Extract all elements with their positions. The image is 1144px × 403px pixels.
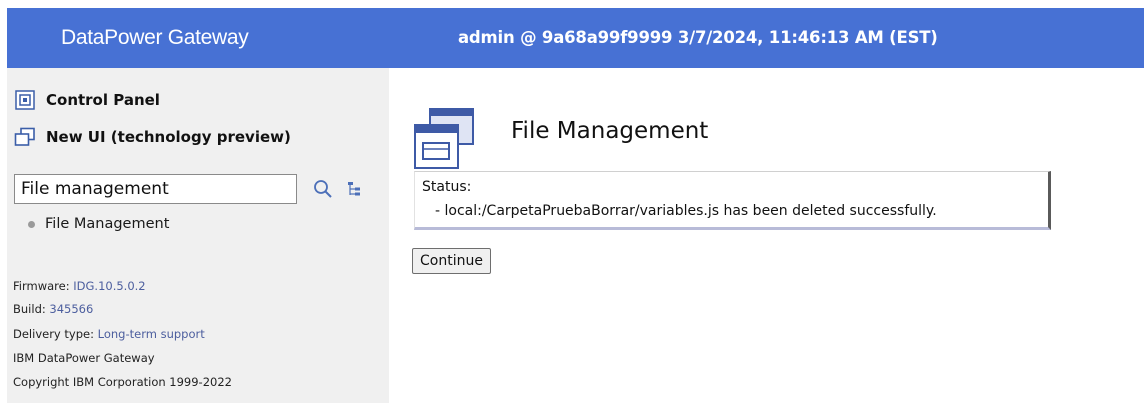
- build-label: Build:: [13, 302, 46, 316]
- continue-button[interactable]: Continue: [412, 248, 491, 274]
- status-label: Status:: [422, 179, 472, 195]
- session-info: admin @ 9a68a99f9999 3/7/2024, 11:46:13 …: [458, 28, 938, 47]
- status-message: - local:/CarpetaPruebaBorrar/variables.j…: [435, 203, 937, 219]
- delivery-label: Delivery type:: [13, 327, 94, 341]
- bullet-icon: [28, 220, 35, 228]
- firmware-info: Firmware: IDG.10.5.0.2: [13, 278, 146, 294]
- control-panel-icon: [14, 89, 36, 111]
- tree-icon[interactable]: [345, 180, 363, 198]
- delivery-value: Long-term support: [97, 327, 205, 341]
- search-result-label: File Management: [45, 216, 170, 232]
- copyright-text: Copyright IBM Corporation 1999-2022: [13, 375, 232, 389]
- search-icon[interactable]: [311, 177, 335, 201]
- delivery-info: Delivery type: Long-term support: [13, 326, 205, 342]
- search-input[interactable]: [14, 174, 297, 204]
- firmware-value: IDG.10.5.0.2: [73, 279, 146, 293]
- search-result-file-management[interactable]: File Management: [28, 216, 169, 232]
- file-management-icon: [413, 108, 475, 170]
- firmware-label: Firmware:: [13, 279, 70, 293]
- external-window-icon: [14, 126, 36, 148]
- build-info: Build: 345566: [13, 301, 93, 317]
- new-ui-link[interactable]: New UI (technology preview): [14, 125, 291, 149]
- status-panel: Status: - local:/CarpetaPruebaBorrar/var…: [414, 171, 1051, 230]
- top-banner: DataPower Gateway admin @ 9a68a99f9999 3…: [7, 8, 1144, 68]
- search-row: [14, 174, 363, 204]
- page-title: File Management: [511, 118, 709, 144]
- brand-title: DataPower Gateway: [61, 26, 249, 49]
- sidebar: Control Panel New UI (technology preview…: [7, 68, 389, 403]
- product-name: IBM DataPower Gateway: [13, 351, 155, 365]
- control-panel-link[interactable]: Control Panel: [14, 88, 160, 112]
- control-panel-label: Control Panel: [46, 91, 160, 109]
- new-ui-label: New UI (technology preview): [46, 128, 291, 146]
- build-value: 345566: [49, 302, 94, 316]
